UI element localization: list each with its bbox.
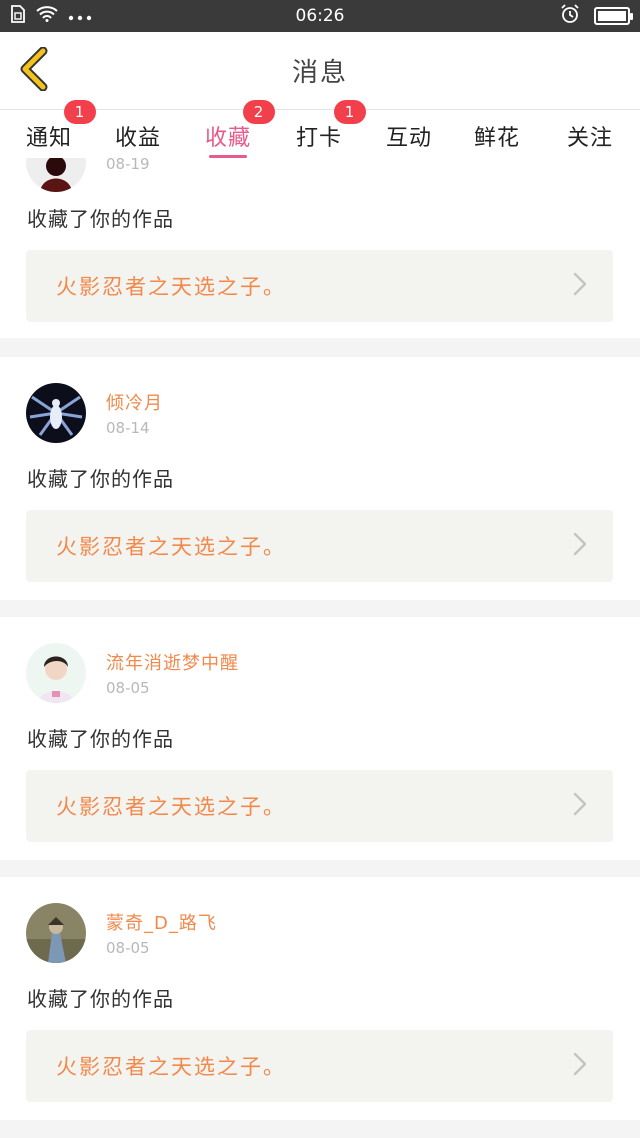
- work-title: 火影忍者之天选之子。: [56, 275, 286, 299]
- tab-bar: 通知 1 收益 收藏 2 打卡 1 互动 鲜花 关注: [0, 100, 640, 158]
- feed-card: 流年消逝梦中醒 08-05 收藏了你的作品 火影忍者之天选之子。: [0, 617, 640, 860]
- work-title: 火影忍者之天选之子。: [56, 795, 286, 819]
- timestamp: 08-05: [106, 939, 150, 957]
- page-title: 消息: [291, 58, 348, 88]
- back-arrow-icon: [17, 46, 51, 95]
- chevron-right-icon: [573, 532, 587, 560]
- tab-label: 互动: [386, 126, 433, 151]
- tab-favorites[interactable]: 收藏 2: [205, 100, 276, 158]
- avatar[interactable]: [26, 158, 86, 192]
- tab-interactions[interactable]: 互动: [386, 120, 432, 152]
- card-user[interactable]: 08-19: [26, 158, 150, 192]
- username[interactable]: 倾冷月: [106, 389, 163, 415]
- action-text: 收藏了你的作品: [27, 467, 174, 491]
- alarm-icon: [560, 3, 580, 29]
- card-user[interactable]: 倾冷月 08-14: [26, 383, 163, 443]
- action-text: 收藏了你的作品: [27, 727, 174, 751]
- tab-label: 通知: [26, 126, 73, 151]
- avatar[interactable]: [26, 903, 86, 963]
- status-bar: 06:26: [0, 0, 640, 32]
- timestamp: 08-19: [106, 158, 150, 173]
- work-title: 火影忍者之天选之子。: [56, 535, 286, 559]
- avatar[interactable]: [26, 643, 86, 703]
- feed-card: 蒙奇_D_路飞 08-05 收藏了你的作品 火影忍者之天选之子。: [0, 877, 640, 1120]
- battery-icon: [594, 7, 633, 25]
- work-link[interactable]: 火影忍者之天选之子。: [26, 250, 613, 322]
- card-user[interactable]: 蒙奇_D_路飞 08-05: [26, 903, 217, 963]
- tab-notifications[interactable]: 通知 1: [26, 100, 97, 152]
- tab-label: 关注: [567, 126, 614, 151]
- more-dots-icon: [68, 6, 92, 26]
- sim-icon: [10, 4, 26, 28]
- tab-label: 打卡: [296, 126, 343, 151]
- unread-badge: 1: [64, 100, 97, 124]
- action-text: 收藏了你的作品: [27, 207, 174, 231]
- chevron-right-icon: [573, 1052, 587, 1080]
- avatar[interactable]: [26, 383, 86, 443]
- favorites-feed: 08-19 收藏了你的作品 火影忍者之天选之子。 倾冷月 08-14 收藏了你的…: [0, 158, 640, 1138]
- work-title: 火影忍者之天选之子。: [56, 1055, 286, 1079]
- work-link[interactable]: 火影忍者之天选之子。: [26, 510, 613, 582]
- action-text: 收藏了你的作品: [27, 987, 174, 1011]
- feed-card: 08-19 收藏了你的作品 火影忍者之天选之子。: [0, 158, 640, 338]
- chevron-right-icon: [573, 272, 587, 300]
- card-user[interactable]: 流年消逝梦中醒 08-05: [26, 643, 239, 703]
- work-link[interactable]: 火影忍者之天选之子。: [26, 1030, 613, 1102]
- unread-badge: 2: [243, 100, 276, 124]
- username[interactable]: 流年消逝梦中醒: [106, 649, 239, 675]
- username[interactable]: 蒙奇_D_路飞: [106, 909, 217, 935]
- wifi-icon: [36, 5, 58, 27]
- tab-label: 鲜花: [474, 126, 521, 151]
- header-bar: 消息: [0, 32, 640, 110]
- feed-card: 倾冷月 08-14 收藏了你的作品 火影忍者之天选之子。: [0, 357, 640, 600]
- tab-earnings[interactable]: 收益: [115, 120, 161, 152]
- back-button[interactable]: [14, 46, 54, 95]
- clock-time: 06:26: [295, 6, 345, 26]
- tab-checkin[interactable]: 打卡 1: [296, 100, 367, 152]
- tab-label: 收藏: [205, 126, 252, 151]
- timestamp: 08-05: [106, 679, 150, 697]
- tab-flowers[interactable]: 鲜花: [474, 120, 520, 152]
- unread-badge: 1: [334, 100, 367, 124]
- timestamp: 08-14: [106, 419, 150, 437]
- tab-following[interactable]: 关注: [567, 120, 613, 152]
- work-link[interactable]: 火影忍者之天选之子。: [26, 770, 613, 842]
- chevron-right-icon: [573, 792, 587, 820]
- tab-label: 收益: [115, 126, 162, 151]
